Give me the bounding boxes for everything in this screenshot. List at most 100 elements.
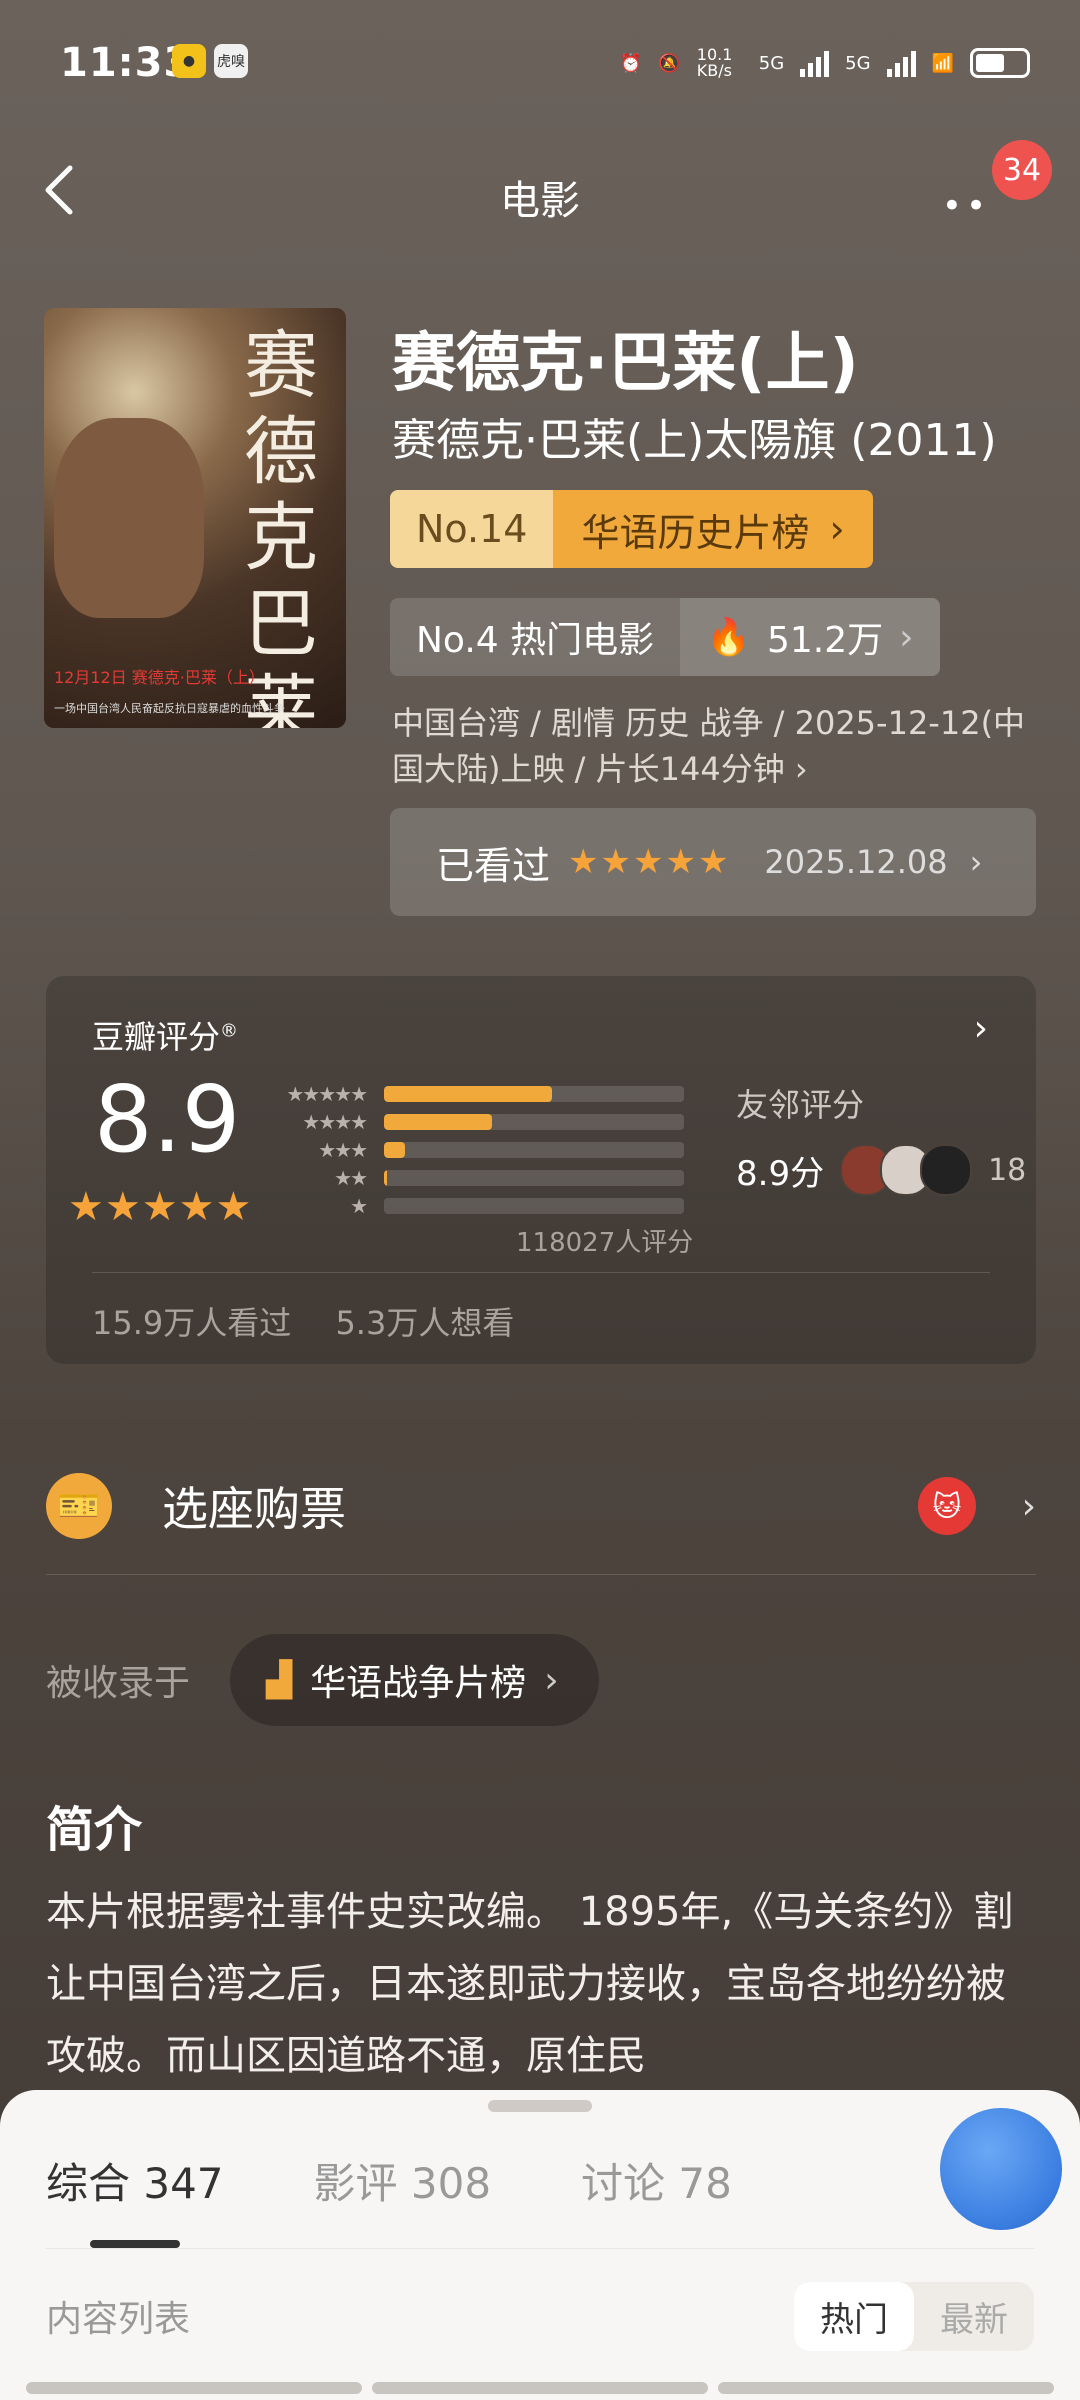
chevron-right-icon: › bbox=[1021, 1485, 1036, 1527]
gesture-bar bbox=[0, 2382, 1080, 2400]
gesture-bar-segment bbox=[372, 2382, 708, 2394]
friend-count: 18 bbox=[988, 1152, 1027, 1188]
poster-release-text: 12月12日 赛德克·巴莱（上） bbox=[54, 668, 265, 687]
rank-list: 华语历史片榜 › bbox=[553, 490, 873, 568]
rating-distribution: ★★★★★ ★★★★ ★★★ ★★ ★ bbox=[266, 1080, 684, 1220]
rating-dist-track bbox=[384, 1086, 684, 1102]
rating-dist-row: ★★★ bbox=[266, 1136, 684, 1164]
net-speed: 10.1 KB/s bbox=[696, 45, 733, 80]
sort-hot-button[interactable]: 热门 bbox=[794, 2282, 914, 2351]
movie-original-title: 赛德克·巴莱(上)太陽旗 (2011) bbox=[392, 415, 997, 466]
rating-dist-stars: ★★★ bbox=[318, 1138, 368, 1162]
poster-figure bbox=[54, 418, 204, 618]
floating-avatar-button[interactable] bbox=[940, 2108, 1062, 2230]
movie-title: 赛德克·巴莱(上) bbox=[392, 327, 859, 401]
rating-dist-bar bbox=[384, 1142, 405, 1158]
rating-dist-row: ★★ bbox=[266, 1164, 684, 1192]
rating-heading: 豆瓣评分® bbox=[92, 1018, 239, 1056]
hot-movie-chip[interactable]: No.4 热门电影 🔥 51.2万 › bbox=[390, 598, 940, 676]
rating-dist-bar bbox=[384, 1114, 492, 1130]
sheet-tabs: 综合 347 影评 308 讨论 78 bbox=[46, 2150, 732, 2211]
chevron-right-icon: › bbox=[899, 616, 914, 658]
rating-dist-track bbox=[384, 1114, 684, 1130]
rating-dist-stars: ★ bbox=[350, 1194, 368, 1218]
my-rating-stars: ★★★★★ bbox=[568, 842, 731, 882]
want-count: 5.3万人想看 bbox=[335, 1304, 515, 1342]
sheet-grip-handle[interactable] bbox=[488, 2100, 592, 2112]
bottom-sheet[interactable]: 综合 347 影评 308 讨论 78 内容列表 热门 最新 bbox=[0, 2090, 1080, 2400]
seen-label: 已看过 bbox=[436, 843, 551, 888]
page-title: 电影 bbox=[500, 178, 580, 224]
mute-icon: 🔕 bbox=[658, 52, 681, 74]
chevron-right-icon: › bbox=[969, 843, 983, 881]
ticket-icon: 🎫 bbox=[46, 1473, 112, 1539]
ranking-chip[interactable]: No.14 华语历史片榜 › bbox=[390, 490, 873, 568]
signal-label-2: 5G bbox=[845, 52, 871, 74]
buy-ticket-row[interactable]: 🎫 选座购票 🐱 › bbox=[46, 1458, 1036, 1554]
chevron-right-icon[interactable]: › bbox=[974, 1008, 988, 1049]
friend-avatars bbox=[840, 1144, 973, 1196]
tab-discussion[interactable]: 讨论 78 bbox=[581, 2150, 732, 2211]
chevron-right-icon: › bbox=[544, 1659, 559, 1701]
huxiu-app-icon: 虎嗅 bbox=[214, 44, 248, 78]
sort-toggle: 热门 最新 bbox=[794, 2282, 1034, 2351]
seen-status-bar[interactable]: 已看过 ★★★★★ 2025.12.08 › bbox=[390, 808, 1036, 916]
signal-label-1: 5G bbox=[758, 52, 785, 74]
rating-count: 118027人评分 bbox=[516, 1228, 694, 1258]
douban-rating-card[interactable]: 豆瓣评分® › 8.9 ★★★★★ ★★★★★ ★★★★ ★★★ ★★ ★ 118027… bbox=[46, 976, 1036, 1364]
maoyan-cat-icon: 🐱 bbox=[918, 1477, 976, 1535]
tab-overall[interactable]: 综合 347 bbox=[46, 2150, 224, 2211]
more-menu-icon[interactable]: •• bbox=[942, 186, 990, 226]
rating-dist-bar bbox=[384, 1170, 387, 1186]
hot-value-block: 🔥 51.2万 › bbox=[680, 598, 940, 676]
rating-score: 8.9 bbox=[94, 1066, 241, 1173]
buy-ticket-label: 选座购票 bbox=[162, 1482, 346, 1536]
rating-dist-stars: ★★★★ bbox=[302, 1110, 368, 1134]
hot-value: 51.2万 bbox=[766, 620, 884, 661]
poster-tagline: 一场中国台湾人民奋起反抗日寇暴虐的血性斗争 bbox=[54, 702, 285, 715]
flame-icon: 🔥 bbox=[706, 617, 751, 658]
friend-rating-label: 友邻评分 bbox=[736, 1086, 865, 1124]
signal-1-icon bbox=[800, 49, 830, 77]
rating-dist-track bbox=[384, 1198, 684, 1214]
rating-dist-row: ★★★★★ bbox=[266, 1080, 684, 1108]
gesture-bar-segment bbox=[26, 2382, 362, 2394]
rating-dist-bar bbox=[384, 1086, 552, 1102]
hot-rank: No.4 热门电影 bbox=[416, 620, 655, 661]
rating-stars: ★★★★★ bbox=[68, 1184, 253, 1230]
ranking-icon: ▟ bbox=[266, 1660, 293, 1700]
tab-reviews[interactable]: 影评 308 bbox=[314, 2150, 492, 2211]
included-label: 被收录于 bbox=[46, 1663, 191, 1704]
notification-badge[interactable]: 34 bbox=[992, 140, 1052, 200]
wifi-icon: 📶 bbox=[931, 52, 954, 74]
included-list-chip[interactable]: ▟ 华语战争片榜 › bbox=[230, 1634, 599, 1726]
app-notification-icon: ● bbox=[172, 44, 206, 78]
gesture-bar-segment bbox=[718, 2382, 1054, 2394]
watched-count: 15.9万人看过 bbox=[92, 1304, 292, 1342]
movie-poster[interactable]: 赛德克巴莱 12月12日 赛德克·巴莱（上） 一场中国台湾人民奋起反抗日寇暴虐的… bbox=[44, 308, 346, 728]
synopsis-text[interactable]: 本片根据雾社事件史实改编。 1895年,《马关条约》割让中国台湾之后，日本遂即武… bbox=[46, 1876, 1036, 2092]
divider bbox=[46, 2248, 1034, 2249]
watch-stats: 15.9万人看过 5.3万人想看 bbox=[92, 1298, 548, 1344]
movie-meta[interactable]: 中国台湾 / 剧情 历史 战争 / 2025-12-12(中国大陆)上映 / 片… bbox=[392, 700, 1042, 792]
synopsis-heading: 简介 bbox=[46, 1802, 143, 1858]
rating-dist-stars: ★★★★★ bbox=[286, 1082, 368, 1106]
alarm-icon: ⏰ bbox=[619, 52, 643, 74]
status-bar: 11:33 ● 虎嗅 ⏰ 🔕 10.1 KB/s 5G 5G 📶 bbox=[0, 0, 1080, 130]
divider bbox=[46, 1574, 1036, 1575]
signal-2-icon bbox=[886, 49, 916, 77]
friend-rating[interactable]: 友邻评分 8.9分 18 bbox=[736, 1080, 1026, 1196]
friend-score: 8.9分 bbox=[736, 1153, 825, 1194]
divider bbox=[92, 1272, 990, 1273]
avatar bbox=[920, 1144, 973, 1196]
status-right-icons: ⏰ 🔕 10.1 KB/s 5G 5G 📶 bbox=[620, 46, 1030, 80]
rating-dist-stars: ★★ bbox=[334, 1166, 368, 1190]
sort-new-button[interactable]: 最新 bbox=[914, 2282, 1034, 2351]
rating-dist-track bbox=[384, 1170, 684, 1186]
rating-dist-row: ★★★★ bbox=[266, 1108, 684, 1136]
rating-dist-track bbox=[384, 1142, 684, 1158]
content-list-label: 内容列表 bbox=[46, 2299, 191, 2340]
rank-list-name: 华语历史片榜 bbox=[581, 510, 810, 555]
seen-date: 2025.12.08 bbox=[764, 843, 948, 881]
included-in-row: 被收录于 ▟ 华语战争片榜 › bbox=[46, 1634, 599, 1726]
